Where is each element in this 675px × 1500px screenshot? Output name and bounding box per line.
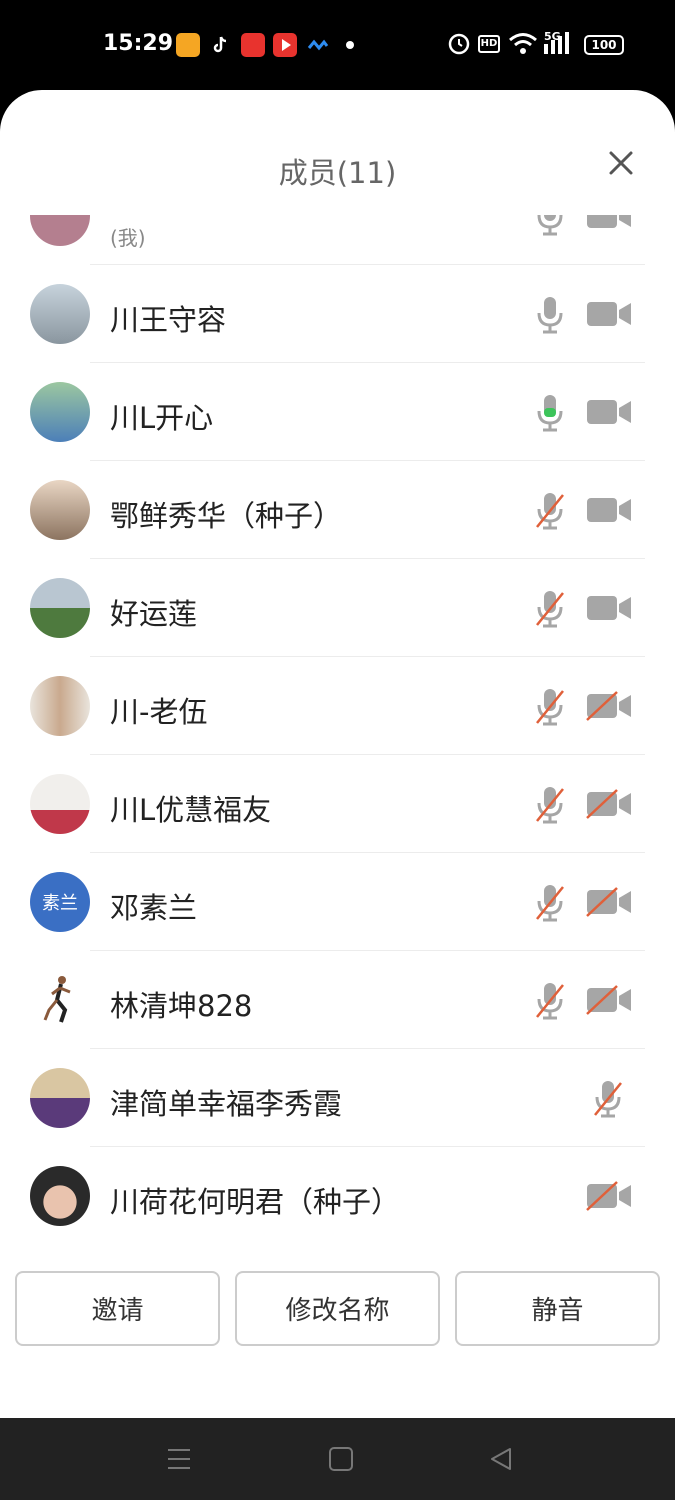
avatar [30, 774, 90, 834]
status-time: 15:29 [103, 31, 174, 56]
sheet-title: 成员(11) [278, 156, 397, 190]
menu-button[interactable] [166, 1446, 192, 1472]
member-row[interactable]: 川L优慧福友 [0, 755, 675, 853]
navigation-bar [0, 1418, 675, 1500]
avatar [30, 970, 90, 1030]
member-row[interactable]: 素兰 邓素兰 [0, 853, 675, 951]
back-button[interactable] [488, 1446, 514, 1472]
5g-signal-icon: 5G [542, 30, 576, 60]
mute-all-button[interactable]: 静音 [455, 1271, 660, 1346]
toutiao-icon [241, 33, 265, 57]
mic-muted-icon[interactable] [534, 491, 566, 531]
mic-muted-icon[interactable] [534, 785, 566, 825]
member-row[interactable]: 川-老伍 [0, 657, 675, 755]
kuaishou-icon [176, 33, 200, 57]
notification-dot [346, 41, 354, 49]
member-row[interactable]: 川王守容 [0, 265, 675, 363]
camera-icon[interactable] [585, 215, 633, 231]
camera-off-icon[interactable] [585, 789, 633, 819]
avatar [30, 480, 90, 540]
wifi-icon [508, 30, 538, 60]
invite-button[interactable]: 邀请 [15, 1271, 220, 1346]
avatar-initials: 素兰 [30, 872, 90, 932]
avatar: 素兰 [30, 872, 90, 932]
close-button[interactable] [603, 145, 639, 181]
avatar [30, 1166, 90, 1226]
video-app-icon [273, 33, 297, 57]
member-name: 川L开心 [110, 401, 214, 435]
rename-button[interactable]: 修改名称 [235, 1271, 440, 1346]
home-button[interactable] [328, 1446, 354, 1472]
close-icon [609, 151, 633, 175]
network-label: 5G [544, 30, 561, 43]
member-name: 川荷花何明君（种子） [110, 1185, 401, 1219]
member-name: 邓素兰 [110, 891, 198, 925]
mic-icon[interactable] [534, 215, 566, 237]
mic-speaking-icon[interactable] [534, 393, 566, 433]
hd-icon: HD [478, 35, 500, 53]
camera-icon[interactable] [585, 299, 633, 329]
member-row[interactable]: 林清坤828 [0, 951, 675, 1049]
runner-icon [43, 976, 71, 1023]
menu-icon [168, 1449, 190, 1469]
mic-muted-icon[interactable] [534, 981, 566, 1021]
member-name: 川-老伍 [110, 695, 208, 729]
tencent-meeting-icon [306, 33, 330, 57]
back-icon [491, 1448, 511, 1470]
mic-icon[interactable] [534, 295, 566, 335]
member-row[interactable]: 津简单幸福李秀霞 [0, 1049, 675, 1147]
member-name: 川王守容 [110, 303, 227, 337]
camera-off-icon[interactable] [585, 887, 633, 917]
member-name: 津简单幸福李秀霞 [110, 1087, 343, 1121]
avatar [30, 382, 90, 442]
member-name: 林清坤828 [110, 989, 253, 1023]
member-row[interactable]: 川L开心 [0, 363, 675, 461]
avatar [30, 676, 90, 736]
camera-icon[interactable] [585, 495, 633, 525]
member-row[interactable]: 好运莲 [0, 559, 675, 657]
alarm-icon [448, 30, 470, 60]
members-sheet: 成员(11) (我) 川王守容 川L开心 鄂鲜秀华（种子） 好运莲 川-老伍 川… [0, 90, 675, 1418]
member-row-self[interactable]: (我) [0, 215, 675, 265]
avatar [30, 215, 90, 246]
member-name: 好运莲 [110, 597, 198, 631]
member-name: 鄂鲜秀华（种子） [110, 499, 343, 533]
member-list[interactable]: (我) 川王守容 川L开心 鄂鲜秀华（种子） 好运莲 川-老伍 川L优慧福友 素… [0, 215, 675, 1243]
camera-icon[interactable] [585, 593, 633, 623]
member-self-label: (我) [110, 226, 146, 250]
mic-muted-icon[interactable] [534, 883, 566, 923]
action-bar: 邀请 修改名称 静音 [0, 1271, 675, 1347]
mic-muted-icon[interactable] [592, 1079, 624, 1119]
camera-off-icon[interactable] [585, 691, 633, 721]
mic-muted-icon[interactable] [534, 687, 566, 727]
douyin-icon [208, 33, 232, 57]
camera-off-icon[interactable] [585, 985, 633, 1015]
camera-icon[interactable] [585, 397, 633, 427]
member-row[interactable]: 川荷花何明君（种子） [0, 1147, 675, 1243]
status-bar: 15:29 HD 5G 100 [0, 0, 675, 90]
member-row[interactable]: 鄂鲜秀华（种子） [0, 461, 675, 559]
member-name: 川L优慧福友 [110, 793, 272, 827]
avatar [30, 284, 90, 344]
avatar [30, 578, 90, 638]
camera-off-icon[interactable] [585, 1181, 633, 1211]
home-icon [329, 1447, 353, 1471]
avatar [30, 1068, 90, 1128]
mic-muted-icon[interactable] [534, 589, 566, 629]
battery-icon: 100 [584, 35, 624, 55]
